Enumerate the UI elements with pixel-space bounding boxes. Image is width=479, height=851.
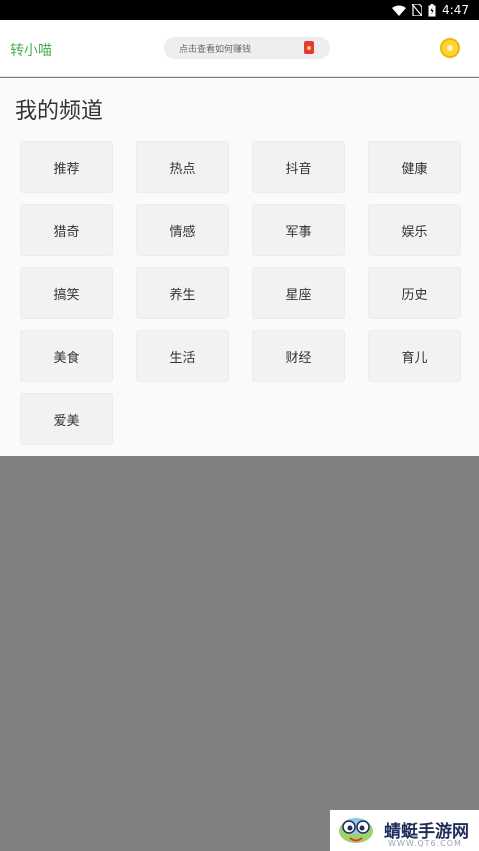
search-bar[interactable]: 点击查看如何赚钱 [164,37,330,59]
dragonfly-logo-icon [339,818,373,843]
app-title[interactable]: 转小喵 [10,40,52,60]
channel-panel: 我的频道 推荐 热点 抖音 健康 猎奇 情感 军事 娱乐 搞笑 养生 星座 历史… [0,78,479,456]
channel-chip-food[interactable]: 美食 [20,330,113,382]
channel-chip-parenting[interactable]: 育儿 [368,330,461,382]
channel-chip-horoscope[interactable]: 星座 [252,267,345,319]
channel-chip-entertainment[interactable]: 娱乐 [368,204,461,256]
channel-chip-finance[interactable]: 财经 [252,330,345,382]
top-header: 转小喵 点击查看如何赚钱 [0,20,479,77]
coin-icon[interactable] [440,38,460,58]
channel-chip-military[interactable]: 军事 [252,204,345,256]
battery-icon [428,3,436,17]
status-time: 4:47 [442,3,469,17]
status-bar: 4:47 [0,0,479,20]
channel-chip-emotion[interactable]: 情感 [136,204,229,256]
channel-chip-recommend[interactable]: 推荐 [20,141,113,193]
channels-title: 我的频道 [15,99,104,124]
search-placeholder: 点击查看如何赚钱 [179,45,252,55]
red-packet-icon[interactable] [304,41,314,54]
channel-chip-hot[interactable]: 热点 [136,141,229,193]
watermark-url: WWW.QT6.COM [388,839,462,848]
channel-chip-life[interactable]: 生活 [136,330,229,382]
channel-chip-curious[interactable]: 猎奇 [20,204,113,256]
channel-chip-beauty[interactable]: 爱美 [20,393,113,445]
channel-chip-douyin[interactable]: 抖音 [252,141,345,193]
channel-chip-history[interactable]: 历史 [368,267,461,319]
channel-chip-wellness[interactable]: 养生 [136,267,229,319]
channel-grid: 推荐 热点 抖音 健康 猎奇 情感 军事 娱乐 搞笑 养生 星座 历史 美食 生… [20,141,461,445]
wifi-icon [392,5,407,16]
watermark: 蜻蜓手游网 WWW.QT6.COM [330,810,479,851]
channel-chip-funny[interactable]: 搞笑 [20,267,113,319]
channel-chip-health[interactable]: 健康 [368,141,461,193]
no-sim-icon [412,4,423,16]
